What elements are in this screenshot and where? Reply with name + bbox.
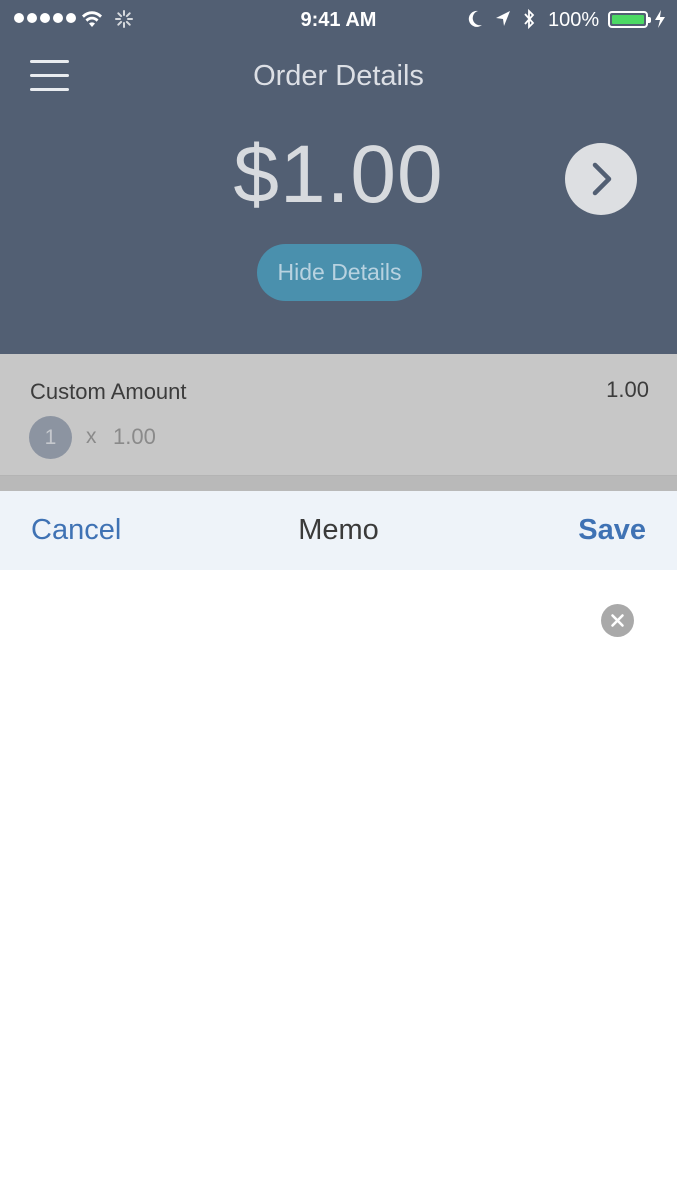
order-header: Order Details $1.00 Hide Details — [0, 40, 677, 354]
memo-field — [0, 570, 677, 1200]
moon-icon — [468, 10, 482, 27]
memo-input[interactable] — [30, 600, 584, 1164]
status-bar: 9:41 AM 100% — [0, 0, 677, 40]
order-item-row[interactable]: Custom Amount 1.00 1 x 1.00 — [0, 354, 677, 476]
clear-x-icon — [611, 614, 624, 627]
memo-nav-bar: Cancel Memo Save — [0, 491, 677, 570]
battery-percent: 100% — [548, 9, 600, 31]
quantity-badge: 1 — [29, 416, 72, 459]
bluetooth-icon — [524, 8, 535, 30]
clear-text-button[interactable] — [601, 604, 634, 637]
page-title: Order Details — [253, 60, 424, 92]
next-button[interactable] — [565, 143, 637, 215]
battery-icon — [608, 11, 651, 28]
quantity-times-sign: x — [86, 425, 97, 448]
memo-title: Memo — [298, 514, 379, 546]
unit-price: 1.00 — [113, 424, 156, 449]
screen: 9:41 AM 100% Order Details $1.00 Hide De… — [0, 0, 677, 1200]
dimmed-background — [0, 476, 677, 491]
battery-fill — [612, 15, 644, 24]
charging-bolt-icon — [655, 10, 665, 28]
item-price: 1.00 — [606, 377, 649, 402]
location-arrow-icon — [496, 11, 510, 26]
hide-details-button[interactable]: Hide Details — [257, 244, 422, 301]
save-button[interactable]: Save — [578, 514, 646, 547]
chevron-right-icon — [592, 162, 612, 196]
item-name: Custom Amount — [30, 379, 187, 404]
